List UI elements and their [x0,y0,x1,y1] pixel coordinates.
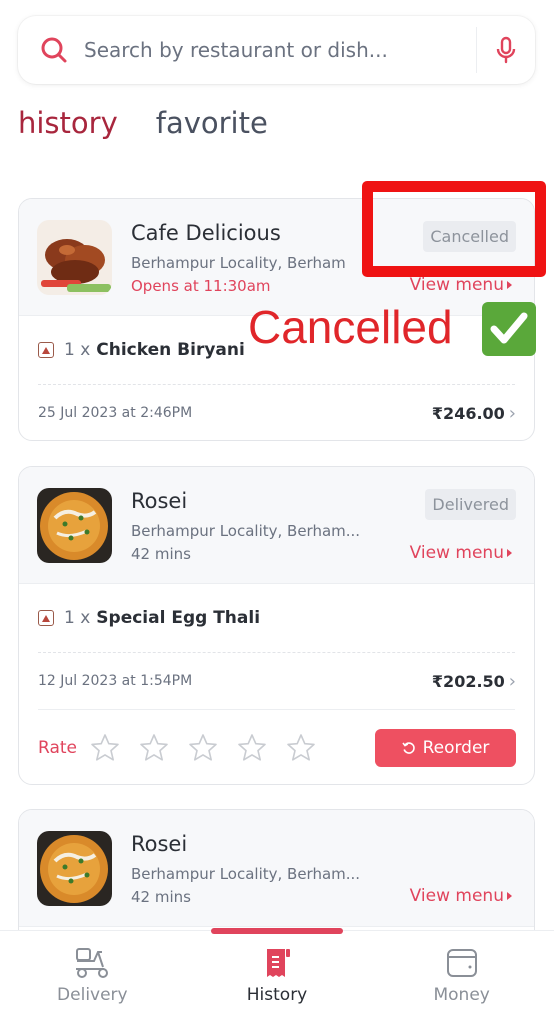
item-quantity: 1 x [64,608,91,628]
star-icon[interactable] [138,732,170,764]
status-badge: Delivered [425,489,516,520]
receipt-icon [267,949,290,977]
restaurant-address: Berhampur Locality, Berham... [131,865,361,883]
rate-row: Rate Reorder [19,710,534,784]
order-card[interactable]: Rosei Berhampur Locality, Berham... 42 m… [18,466,535,785]
non-veg-icon [38,342,54,358]
bottom-navigation: Delivery History Money [0,928,554,1024]
order-card-header: Rosei Berhampur Locality, Berham... 42 m… [19,467,534,584]
wallet-icon [446,949,477,977]
view-menu-label: View menu [409,275,504,295]
nav-label: Money [433,985,490,1005]
annotation-text: Cancelled [248,301,453,353]
chevron-right-icon: › [508,402,516,424]
order-price[interactable]: ₹202.50 › [432,671,516,692]
nav-label: Delivery [57,985,128,1005]
annotation-highlight-box [362,181,546,277]
star-icon[interactable] [187,732,219,764]
search-bar [18,16,535,84]
search-icon[interactable] [40,36,68,64]
reorder-button[interactable]: Reorder [375,729,516,767]
search-input[interactable] [84,38,476,62]
order-summary-row[interactable]: 25 Jul 2023 at 2:46PM ₹246.00 › [19,385,534,440]
tab-favorite[interactable]: favorite [156,106,268,140]
order-item: 1 x Special Egg Thali [19,584,534,652]
view-menu-label: View menu [409,543,504,563]
caret-right-icon [507,281,512,289]
restaurant-thumbnail [37,220,112,295]
active-tab-indicator [211,928,343,934]
view-menu-link[interactable]: View menu [410,275,512,295]
order-card-header: Rosei Berhampur Locality, Berham... 42 m… [19,810,534,927]
view-menu-link[interactable]: View menu [410,543,512,563]
price-value: ₹202.50 [431,671,505,691]
star-rating[interactable] [89,732,334,764]
nav-money[interactable]: Money [369,931,554,1024]
tab-history[interactable]: history [18,106,118,140]
order-date: 25 Jul 2023 at 2:46PM [38,405,193,421]
order-date: 12 Jul 2023 at 1:54PM [38,673,193,689]
delivery-time: 42 mins [131,545,191,563]
item-name: Special Egg Thali [96,608,261,628]
order-price[interactable]: ₹246.00 › [432,403,516,424]
view-menu-label: View menu [409,886,504,906]
star-icon[interactable] [285,732,317,764]
price-value: ₹246.00 [431,403,505,423]
chevron-right-icon: › [508,670,516,692]
history-favorite-tabs: history favorite [18,106,268,140]
opening-time: Opens at 11:30am [131,277,271,295]
reorder-label: Reorder [422,738,490,758]
item-quantity: 1 x [64,340,91,360]
item-name: Chicken Biryani [96,340,245,360]
rate-label: Rate [38,738,77,758]
scooter-icon [76,948,109,978]
restaurant-address: Berhampur Locality, Berham... [131,522,361,540]
nav-delivery[interactable]: Delivery [0,931,185,1024]
delivery-time: 42 mins [131,888,191,906]
restaurant-thumbnail [37,488,112,563]
nav-label: History [246,985,308,1005]
refresh-icon [401,742,415,754]
restaurant-address: Berhampur Locality, Berham [131,254,346,272]
restaurant-thumbnail [37,831,112,906]
microphone-icon[interactable] [477,16,535,84]
star-icon[interactable] [89,732,121,764]
view-menu-link[interactable]: View menu [410,886,512,906]
restaurant-name: Rosei [131,832,188,856]
restaurant-name: Rosei [131,489,188,513]
nav-history[interactable]: History [185,931,370,1024]
non-veg-icon [38,610,54,626]
caret-right-icon [507,892,512,900]
star-icon[interactable] [236,732,268,764]
caret-right-icon [507,549,512,557]
restaurant-name: Cafe Delicious [131,221,281,245]
order-summary-row[interactable]: 12 Jul 2023 at 1:54PM ₹202.50 › [19,653,534,709]
check-mark-icon [482,302,536,356]
